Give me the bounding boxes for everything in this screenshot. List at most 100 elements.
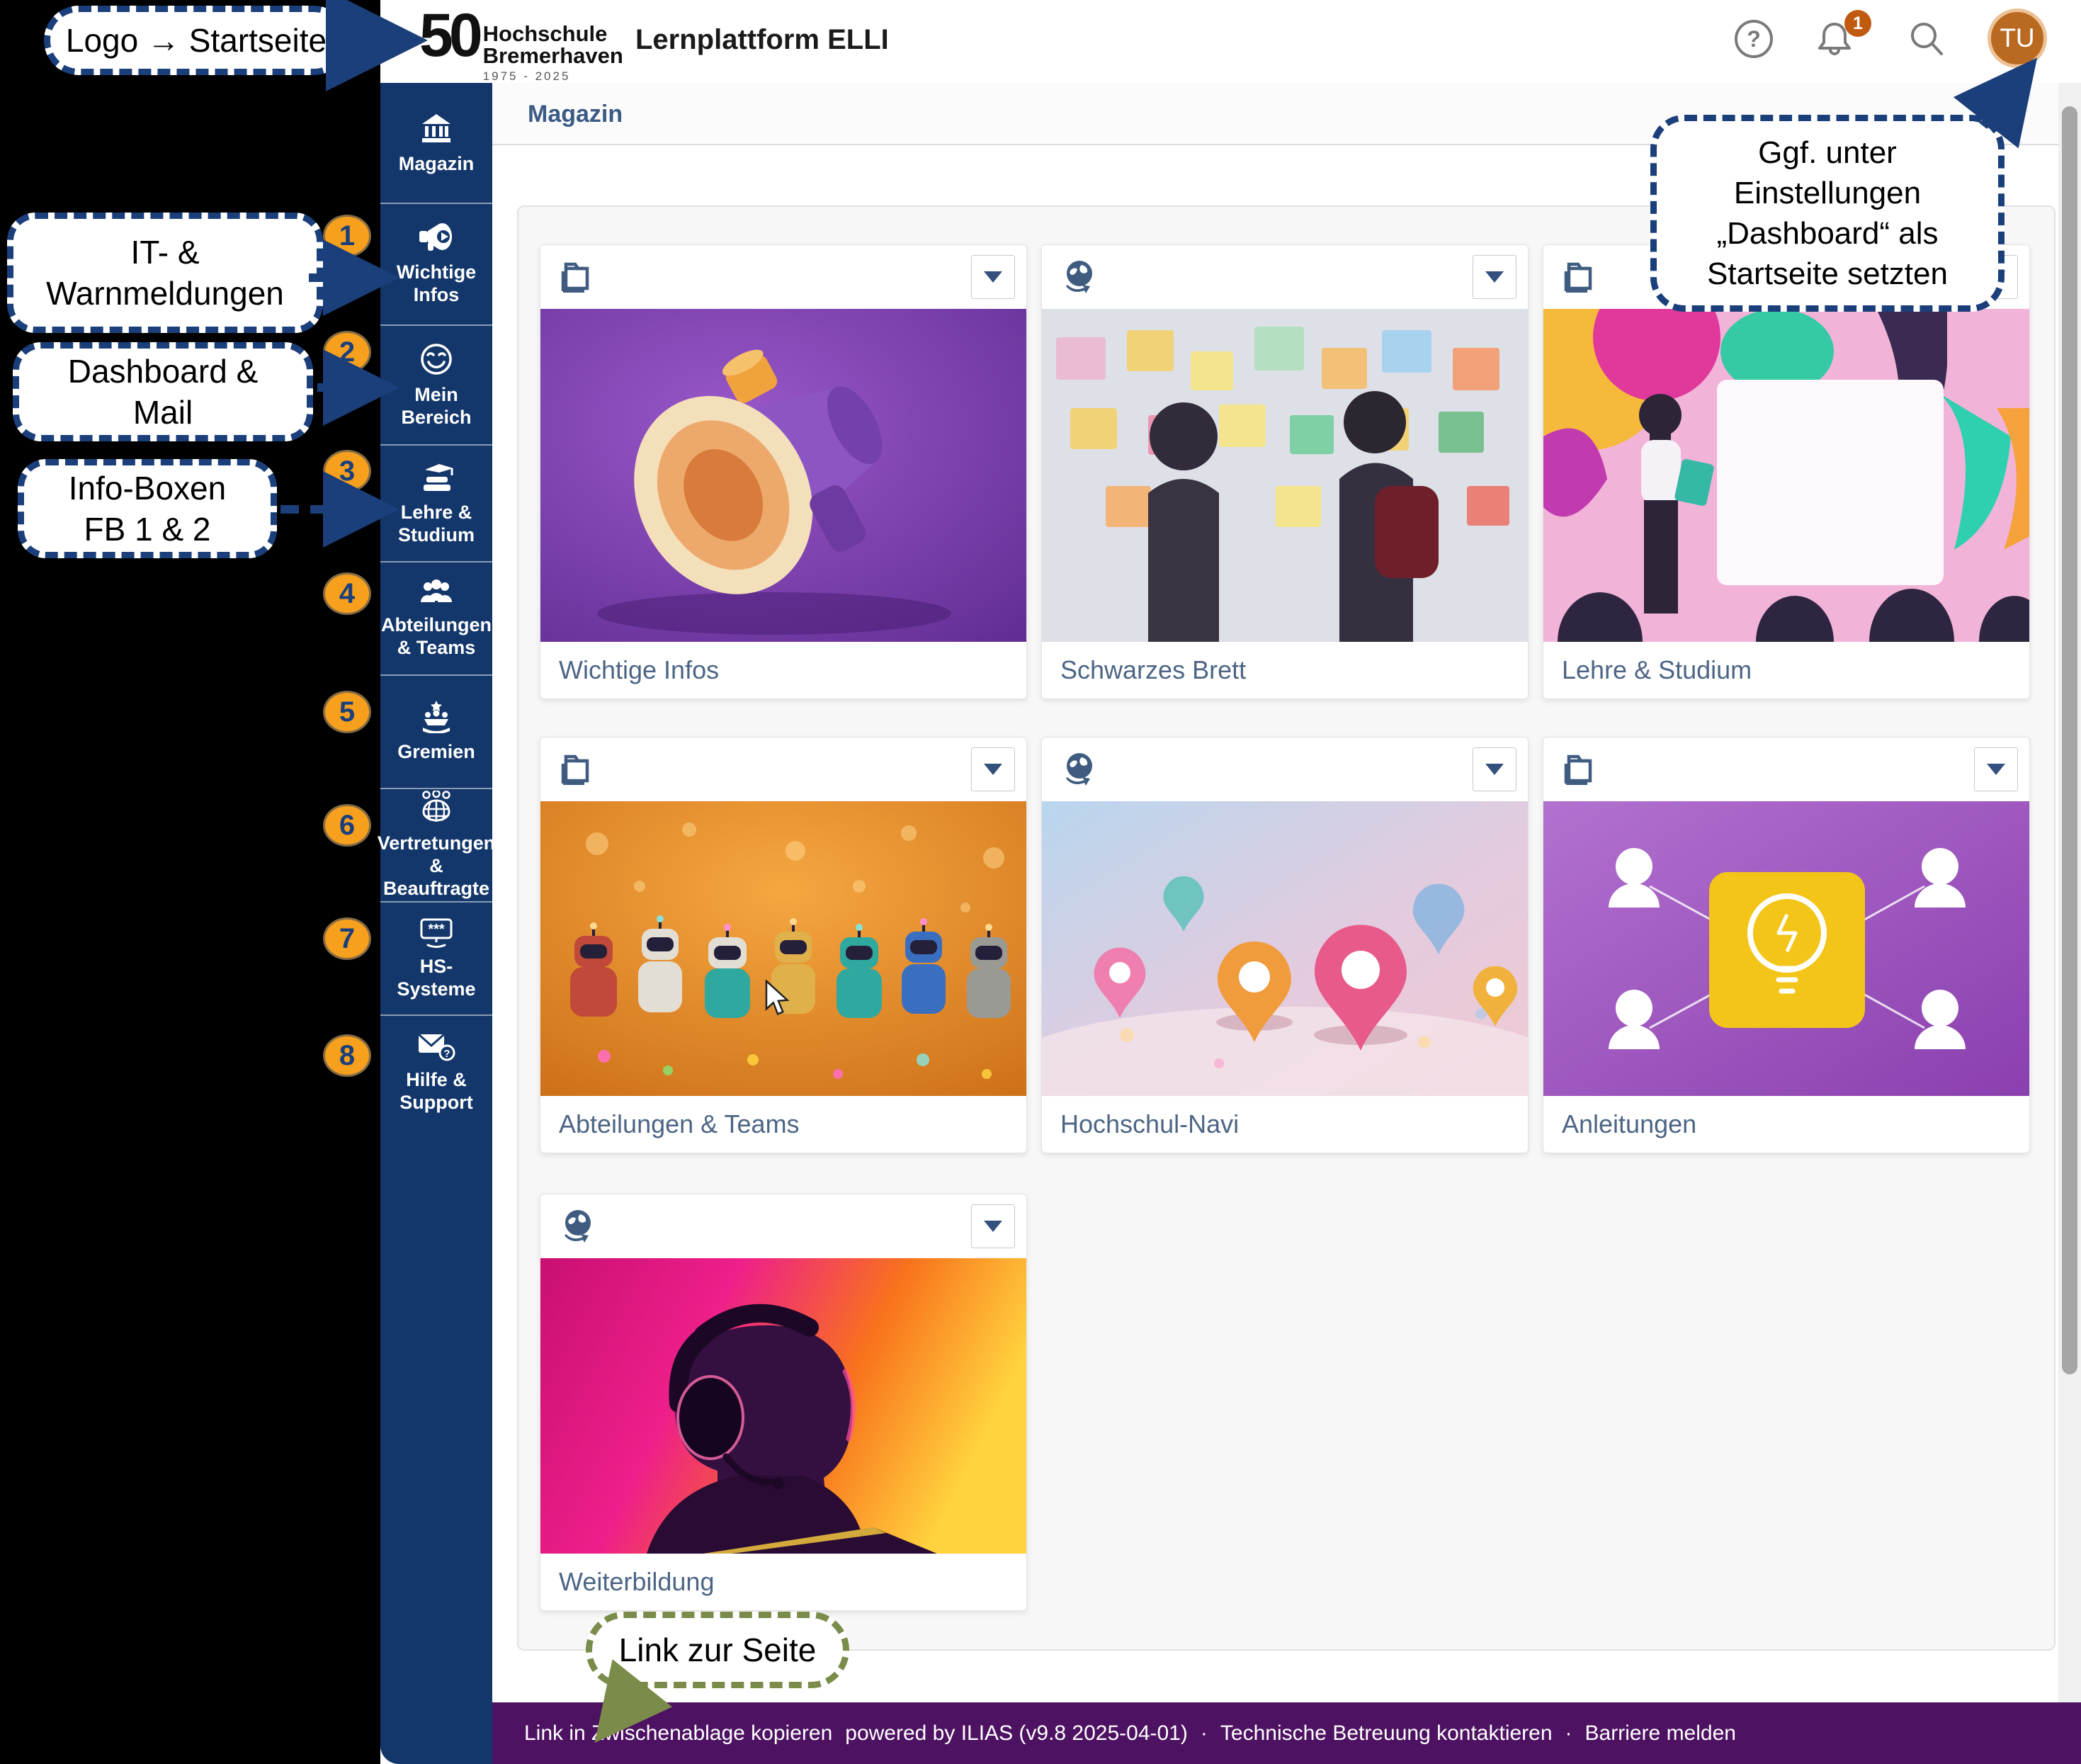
card-title[interactable]: Wichtige Infos <box>540 642 1026 699</box>
top-header: 50 Hochschule Bremerhaven 1975 - 2025 Le… <box>380 0 2081 83</box>
sticky-notes-photo <box>1042 309 1528 642</box>
annotation-number-7: 7 <box>323 917 371 960</box>
card-title[interactable]: Lehre & Studium <box>1543 642 2029 699</box>
card-actions-dropdown[interactable] <box>1473 255 1516 299</box>
sidebar-item-vertretungen[interactable]: Vertretungen & Beauftragte <box>380 788 492 901</box>
sidebar-item-wichtige-infos[interactable]: Wichtige Infos <box>380 203 492 324</box>
sidebar-item-hs-systeme[interactable]: *** HS-Systeme <box>380 901 492 1014</box>
annotation-box-dashboard-mail: Dashboard & Mail <box>13 342 313 441</box>
annotation-number-5: 5 <box>323 691 371 733</box>
chevron-down-icon <box>984 271 1002 283</box>
footer-support-link[interactable]: Technische Betreuung kontaktieren <box>1220 1721 1553 1746</box>
footer-powered-by: powered by ILIAS (v9.8 2025-04-01) <box>845 1721 1188 1746</box>
screen: 50 Hochschule Bremerhaven 1975 - 2025 Le… <box>0 0 2081 1764</box>
smiley-icon <box>419 342 453 376</box>
card-title[interactable]: Hochschul-Navi <box>1042 1096 1528 1153</box>
sidebar-item-mein-bereich[interactable]: Mein Bereich <box>380 324 492 444</box>
card-title[interactable]: Schwarzes Brett <box>1042 642 1528 699</box>
sidebar: Magazin Wichtige Infos Mein Bereich <box>380 83 492 1764</box>
megaphone-illustration <box>540 309 1026 642</box>
sidebar-item-label: Vertretungen & Beauftragte <box>375 832 499 900</box>
card-weiterbildung: Weiterbildung <box>540 1194 1027 1611</box>
card-actions-dropdown[interactable] <box>971 1204 1015 1248</box>
committee-icon <box>419 701 454 733</box>
sidebar-item-abteilungen-teams[interactable]: Abteilungen & Teams <box>380 561 492 674</box>
annotation-number-1: 1 <box>323 215 371 257</box>
annotation-box-it-warnmeldungen: IT- & Warnmeldungen <box>7 213 323 333</box>
logo-years: 1975 - 2025 <box>483 69 623 84</box>
search-button[interactable] <box>1905 17 1949 61</box>
help-button[interactable]: ? <box>1732 17 1776 61</box>
link-icon <box>1060 752 1096 787</box>
card-actions-dropdown[interactable] <box>971 255 1015 299</box>
card-title[interactable]: Abteilungen & Teams <box>540 1096 1026 1153</box>
annotation-settings-callout: Ggf. unter Einstellungen „Dashboard“ als… <box>1650 115 2005 312</box>
annotation-link-callout: Link zur Seite <box>586 1612 849 1688</box>
bank-icon <box>419 111 453 145</box>
sidebar-item-label: Abteilungen & Teams <box>378 614 494 659</box>
card-abteilungen-teams: Abteilungen & Teams <box>540 737 1027 1153</box>
sidebar-item-label: Magazin <box>396 152 477 175</box>
svg-text:?: ? <box>443 1048 450 1060</box>
breadcrumb[interactable]: Magazin <box>528 101 623 128</box>
card-actions-dropdown[interactable] <box>1974 747 2018 791</box>
globe-people-icon <box>419 791 454 825</box>
annotation-number-2: 2 <box>323 331 371 373</box>
chevron-down-icon <box>1987 764 2005 775</box>
annotation-box-info-boxen: Info-Boxen FB 1 & 2 <box>18 459 277 558</box>
robots-illustration <box>540 801 1026 1096</box>
folder-icon <box>559 754 593 785</box>
presentation-illustration <box>1543 309 2029 642</box>
map-pins-illustration <box>1042 801 1528 1096</box>
footer-separator: · <box>1565 1721 1572 1746</box>
card-anleitungen: Anleitungen <box>1543 737 2030 1153</box>
card-hochschul-navi: Hochschul-Navi <box>1041 737 1529 1153</box>
chevron-down-icon <box>1485 271 1504 283</box>
card-wichtige-infos: Wichtige Infos <box>540 244 1027 699</box>
search-icon <box>1906 18 1947 60</box>
link-icon <box>559 1209 594 1244</box>
notification-badge: 1 <box>1844 10 1871 37</box>
sidebar-item-gremien[interactable]: Gremien <box>380 674 492 788</box>
footer-accessibility-link[interactable]: Barriere melden <box>1585 1721 1736 1746</box>
card-actions-dropdown[interactable] <box>1473 747 1516 791</box>
sidebar-item-label: Wichtige Infos <box>380 261 492 306</box>
mouse-cursor <box>764 980 793 1017</box>
sidebar-item-label: Hilfe & Support <box>380 1068 492 1114</box>
sidebar-item-hilfe-support[interactable]: ? Hilfe & Support <box>380 1014 492 1128</box>
folder-icon <box>1562 754 1596 785</box>
link-icon <box>1060 259 1096 295</box>
sidebar-item-magazin[interactable]: Magazin <box>380 83 492 203</box>
headphones-person-illustration <box>540 1258 1026 1554</box>
lightbulb-cube-illustration <box>1543 801 2029 1096</box>
mail-help-icon: ? <box>417 1030 455 1061</box>
card-title[interactable]: Weiterbildung <box>540 1554 1026 1610</box>
annotation-number-3: 3 <box>323 450 371 492</box>
books-icon <box>418 461 455 494</box>
logo-50: 50 <box>419 7 479 64</box>
logo-home-link[interactable]: 50 Hochschule Bremerhaven 1975 - 2025 <box>419 7 623 84</box>
sidebar-item-label: HS-Systeme <box>380 955 492 1000</box>
sidebar-item-label: Lehre & Studium <box>380 501 492 546</box>
card-title[interactable]: Anleitungen <box>1543 1096 2029 1153</box>
footer-copy-link[interactable]: Link in Zwischenablage kopieren <box>524 1721 832 1746</box>
card-schwarzes-brett: Schwarzes Brett <box>1041 244 1529 699</box>
annotation-number-8: 8 <box>323 1034 371 1077</box>
annotation-number-6: 6 <box>323 804 371 847</box>
card-actions-dropdown[interactable] <box>971 747 1015 791</box>
sidebar-item-lehre-studium[interactable]: Lehre & Studium <box>380 444 492 561</box>
folder-icon <box>1562 261 1596 293</box>
svg-text:***: *** <box>428 922 445 937</box>
svg-text:?: ? <box>1747 26 1761 52</box>
chevron-down-icon <box>984 764 1002 775</box>
chevron-down-icon <box>984 1221 1002 1232</box>
annotation-number-4: 4 <box>323 572 371 615</box>
folder-icon <box>559 261 593 293</box>
annotation-logo-callout: Logo → Startseite <box>44 6 348 75</box>
logo-line1: Hochschule <box>483 23 623 45</box>
avatar[interactable]: TU <box>1988 9 2047 68</box>
sidebar-item-label: Mein Bereich <box>380 383 492 429</box>
megaphone-icon <box>418 222 455 254</box>
chevron-down-icon <box>1485 764 1504 775</box>
scrollbar-thumb[interactable] <box>2062 106 2077 1374</box>
